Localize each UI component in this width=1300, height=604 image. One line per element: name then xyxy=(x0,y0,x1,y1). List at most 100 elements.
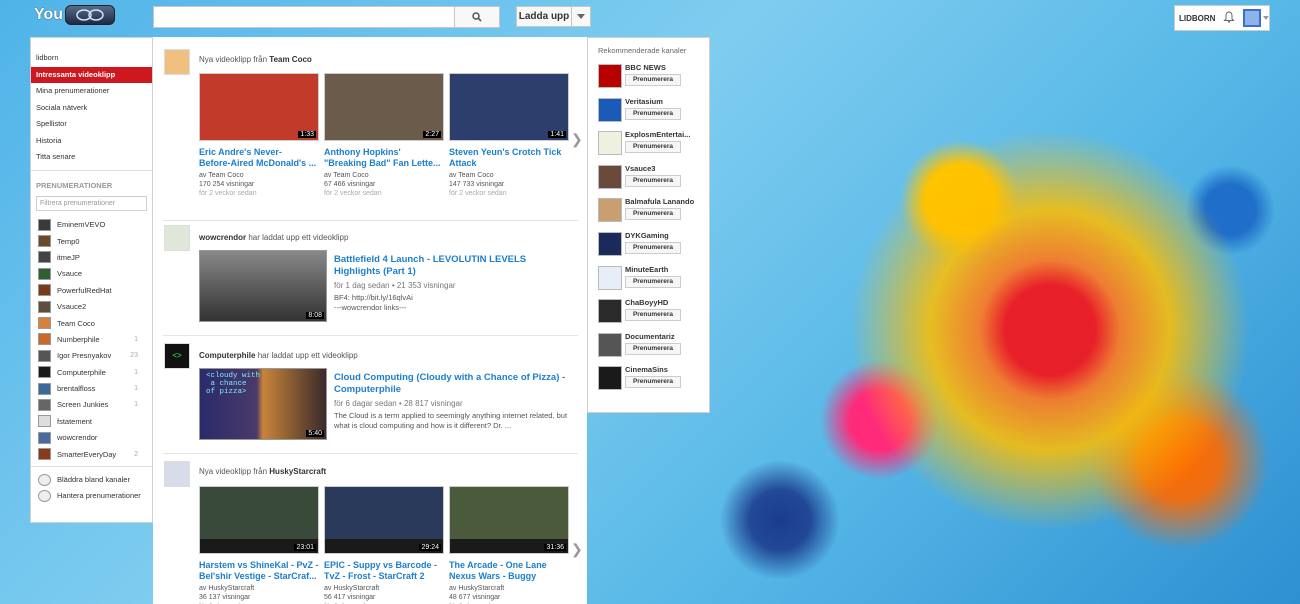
section-channel-link[interactable]: wowcrendor xyxy=(199,233,246,242)
video-title-link[interactable]: Eric Andre's Never- Before-Aired McDonal… xyxy=(199,147,319,169)
video-title-link[interactable]: Anthony Hopkins' "Breaking Bad" Fan Lett… xyxy=(324,147,444,169)
subscription-item[interactable]: PowerfulRedHat xyxy=(31,282,152,298)
search-button[interactable] xyxy=(454,6,500,28)
channel-name-link[interactable]: ExplosmEntertai... xyxy=(625,130,705,139)
video-title-link[interactable]: EPIC - Suppy vs Barcode - TvZ - Frost - … xyxy=(324,560,444,582)
subscription-item[interactable]: brentalfloss 1 xyxy=(31,380,152,396)
subscription-item[interactable]: Vsauce xyxy=(31,266,152,282)
wowcrendor-channel-icon[interactable] xyxy=(164,225,190,251)
manage-subscriptions-link[interactable]: Hantera prenumerationer xyxy=(31,488,152,504)
channel-avatar[interactable] xyxy=(598,299,622,324)
sidebar-nav-item[interactable]: Mina prenumerationer xyxy=(31,83,152,100)
video-card[interactable]: 2:27 Anthony Hopkins' "Breaking Bad" Fan … xyxy=(324,73,444,198)
channel-avatar[interactable] xyxy=(598,131,622,156)
subscribe-button[interactable]: Prenumerera xyxy=(625,241,681,254)
video-card[interactable]: 29:24 EPIC - Suppy vs Barcode - TvZ - Fro… xyxy=(324,486,444,604)
subscriptions-filter-input[interactable]: Filtrera prenumerationer xyxy=(36,195,147,211)
video-thumbnail[interactable]: 2:27 xyxy=(324,73,444,141)
video-title-link[interactable]: Cloud Computing (Cloudy with a Chance of… xyxy=(334,372,579,396)
sidebar-nav-item[interactable]: Sociala nätverk xyxy=(31,100,152,117)
video-author[interactable]: av HuskyStarcraft xyxy=(449,584,569,593)
channel-avatar[interactable] xyxy=(598,231,622,256)
channel-avatar[interactable] xyxy=(598,164,622,189)
subscription-item[interactable]: Computerphile 1 xyxy=(31,364,152,380)
subscription-item[interactable]: Vsauce2 xyxy=(31,298,152,314)
sidebar-nav-item[interactable]: Titta senare xyxy=(31,149,152,166)
video-thumbnail[interactable]: 23:01 xyxy=(199,486,319,554)
notification-bell-icon[interactable] xyxy=(1223,10,1236,26)
channel-avatar[interactable] xyxy=(598,366,622,391)
subscription-item[interactable]: Numberphile 1 xyxy=(31,331,152,347)
video-title-link[interactable]: Steven Yeun's Crotch Tick Attack xyxy=(449,147,569,169)
upload-menu-button[interactable] xyxy=(571,6,591,27)
subscribe-button[interactable]: Prenumerera xyxy=(625,174,681,187)
sidebar-nav-item[interactable]: Spellistor xyxy=(31,116,152,133)
channel-avatar[interactable] xyxy=(598,332,622,357)
subscription-item[interactable]: fstatement xyxy=(31,413,152,429)
video-thumbnail[interactable]: <cloudy with a chance of pizza> 5:40 xyxy=(199,368,327,440)
video-thumbnail[interactable]: 29:24 xyxy=(324,486,444,554)
video-title-link[interactable]: The Arcade - One Lane Nexus Wars - Buggy xyxy=(449,560,569,582)
video-thumbnail[interactable]: 1:41 xyxy=(449,73,569,141)
teamcoco-channel-icon[interactable] xyxy=(164,49,190,75)
video-author[interactable]: av Team Coco xyxy=(324,171,444,180)
channel-avatar[interactable] xyxy=(598,265,622,290)
channel-name-link[interactable]: Documentariz xyxy=(625,332,705,341)
channel-name-link[interactable]: MinuteEarth xyxy=(625,265,705,274)
video-card[interactable]: 23:01 Harstem vs ShineKal - PvZ - Bel'shi… xyxy=(199,486,319,604)
subscription-item[interactable]: Temp0 xyxy=(31,233,152,249)
video-author[interactable]: av Team Coco xyxy=(449,171,569,180)
video-author[interactable]: av HuskyStarcraft xyxy=(324,584,444,593)
channel-name-link[interactable]: Balmafula Lanando xyxy=(625,197,705,206)
search-input[interactable] xyxy=(153,6,455,28)
video-author[interactable]: av HuskyStarcraft xyxy=(199,584,319,593)
chevron-down-icon[interactable] xyxy=(1263,16,1269,20)
subscribe-button[interactable]: Prenumerera xyxy=(625,208,681,221)
subscription-item[interactable]: Igor Presnyakov 23 xyxy=(31,348,152,364)
huskystarcraft-channel-icon[interactable] xyxy=(164,461,190,487)
video-author[interactable]: av Team Coco xyxy=(199,171,319,180)
youtube-logo[interactable]: You xyxy=(34,5,116,25)
video-title-link[interactable]: Battlefield 4 Launch - LEVOLUTIN LEVELS … xyxy=(334,254,579,278)
subscribe-button[interactable]: Prenumerera xyxy=(625,141,681,154)
channel-name-link[interactable]: Veritasium xyxy=(625,97,705,106)
channel-name-link[interactable]: Vsauce3 xyxy=(625,164,705,173)
subscribe-button[interactable]: Prenumerera xyxy=(625,342,681,355)
next-arrow-icon[interactable]: ❯ xyxy=(571,541,583,558)
video-card[interactable]: 1:41 Steven Yeun's Crotch Tick Attack av T… xyxy=(449,73,569,198)
subscription-item[interactable]: SmarterEveryDay 2 xyxy=(31,446,152,462)
section-channel-link[interactable]: Computerphile xyxy=(199,351,255,360)
subscribe-button[interactable]: Prenumerera xyxy=(625,107,681,120)
sidebar-nav-item[interactable]: lidborn xyxy=(31,50,152,67)
channel-avatar[interactable] xyxy=(598,198,622,223)
video-thumbnail[interactable]: 31:36 xyxy=(449,486,569,554)
video-thumbnail[interactable]: 8:08 xyxy=(199,250,327,322)
subscription-item[interactable]: Screen Junkies 1 xyxy=(31,397,152,413)
channel-avatar[interactable] xyxy=(598,97,622,122)
video-thumbnail[interactable]: 1:33 xyxy=(199,73,319,141)
subscribe-button[interactable]: Prenumerera xyxy=(625,275,681,288)
channel-name-link[interactable]: BBC NEWS xyxy=(625,63,705,72)
channel-name-link[interactable]: ChaBoyyHD xyxy=(625,298,705,307)
browse-channels-link[interactable]: Bläddra bland kanaler xyxy=(31,471,152,487)
sidebar-nav-item[interactable]: Intressanta videoklipp xyxy=(31,66,152,83)
user-avatar[interactable] xyxy=(1243,9,1262,27)
section-channel-link[interactable]: Team Coco xyxy=(269,55,312,64)
upload-button[interactable]: Ladda upp xyxy=(516,6,572,27)
subscription-item[interactable]: Team Coco xyxy=(31,315,152,331)
subscribe-button[interactable]: Prenumerera xyxy=(625,376,681,389)
subscribe-button[interactable]: Prenumerera xyxy=(625,74,681,86)
subscribe-button[interactable]: Prenumerera xyxy=(625,309,681,322)
channel-name-link[interactable]: DYKGaming xyxy=(625,231,705,240)
next-arrow-icon[interactable]: ❯ xyxy=(571,131,583,148)
subscription-item[interactable]: wowcrendor xyxy=(31,430,152,446)
subscription-item[interactable]: itmeJP xyxy=(31,249,152,265)
computerphile-channel-icon[interactable]: <> xyxy=(164,343,190,369)
sidebar-nav-item[interactable]: Historia xyxy=(31,133,152,150)
user-menu[interactable]: LIDBORN xyxy=(1174,5,1270,31)
video-card[interactable]: 1:33 Eric Andre's Never- Before-Aired McD… xyxy=(199,73,319,198)
video-title-link[interactable]: Harstem vs ShineKal - PvZ - Bel'shir Ves… xyxy=(199,560,319,582)
channel-avatar[interactable] xyxy=(598,64,622,88)
section-channel-link[interactable]: HuskyStarcraft xyxy=(269,467,326,476)
subscription-item[interactable]: EminemVEVO xyxy=(31,217,152,233)
